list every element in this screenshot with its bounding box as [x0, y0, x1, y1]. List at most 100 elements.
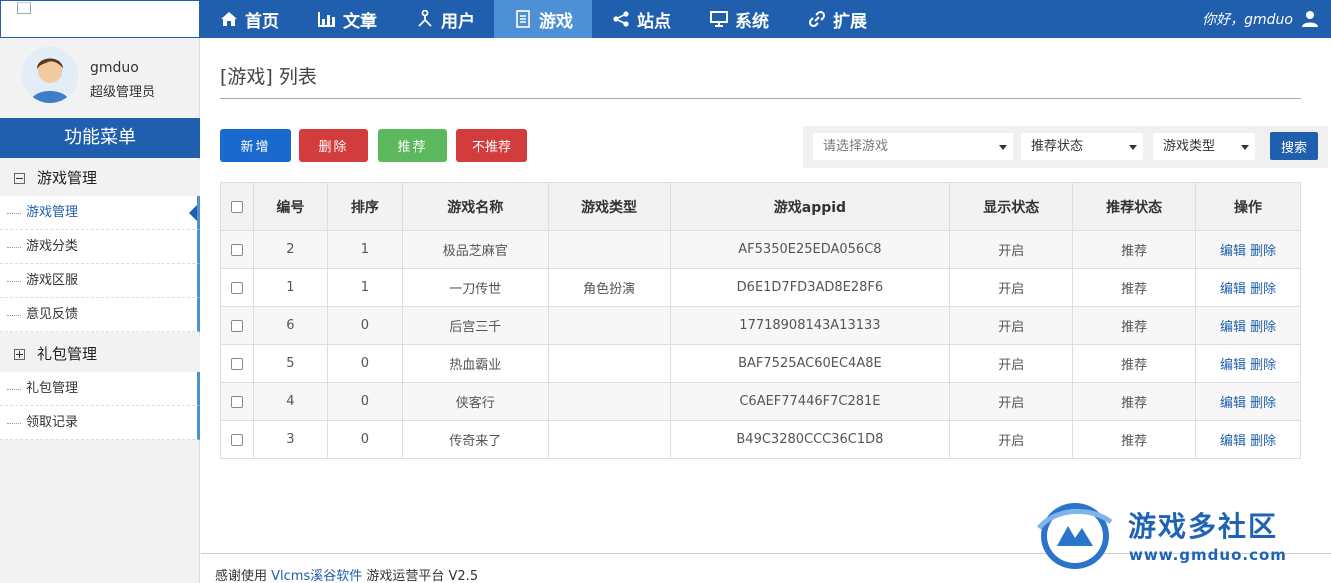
- table-row: 5 0 热血霸业 BAF7525AC60EC4A8E 开启 推荐 编辑 删除: [220, 344, 1301, 383]
- cell-recommend-status: 推荐: [1072, 420, 1197, 459]
- user-greeting[interactable]: 你好，gmduo: [1202, 0, 1319, 38]
- cell-type: 角色扮演: [547, 268, 671, 307]
- nav-users[interactable]: 用户: [396, 0, 494, 38]
- column-header: 游戏名称: [401, 182, 549, 231]
- game-type-select[interactable]: 游戏类型: [1153, 133, 1255, 160]
- cell-order: 0: [326, 306, 403, 345]
- unrecommend-button[interactable]: 不推荐: [456, 129, 527, 162]
- cell-display-status: 开启: [949, 230, 1074, 269]
- row-checkbox[interactable]: [230, 319, 243, 332]
- chevron-down-icon: [999, 145, 1007, 150]
- table-row: 6 0 后宫三千 17718908143A13133 开启 推荐 编辑 删除: [220, 306, 1301, 345]
- cell-display-status: 开启: [949, 306, 1074, 345]
- row-select-cell[interactable]: [220, 268, 254, 307]
- sidebar-item-game-server[interactable]: 游戏区服: [0, 264, 200, 298]
- row-checkbox[interactable]: [230, 433, 243, 446]
- delete-link[interactable]: 删除: [1250, 358, 1276, 373]
- delete-link[interactable]: 删除: [1250, 396, 1276, 411]
- watermark: 游戏多社区 www.gmduo.com: [1035, 498, 1325, 578]
- recommend-status-select[interactable]: 推荐状态: [1021, 133, 1143, 160]
- cell-name: 后宫三千: [401, 306, 549, 345]
- chevron-down-icon: [1241, 145, 1249, 150]
- delete-link[interactable]: 删除: [1250, 244, 1276, 259]
- edit-link[interactable]: 编辑: [1220, 282, 1246, 297]
- row-checkbox[interactable]: [230, 243, 243, 256]
- nav-extensions[interactable]: 扩展: [788, 0, 886, 38]
- row-select-cell[interactable]: [220, 306, 254, 345]
- logo[interactable]: [0, 0, 200, 38]
- nav-articles[interactable]: 文章: [298, 0, 396, 38]
- nav-games[interactable]: 游戏: [494, 0, 592, 38]
- row-checkbox[interactable]: [230, 281, 243, 294]
- row-select-cell[interactable]: [220, 344, 254, 383]
- expand-icon: [14, 349, 25, 360]
- menu-group-gift[interactable]: 礼包管理: [0, 336, 200, 372]
- footer: 感谢使用 Vlcms溪谷软件 游戏运营平台 V2.5: [215, 565, 478, 583]
- cell-order: 0: [326, 344, 403, 383]
- sidebar-item-gift-manage[interactable]: 礼包管理: [0, 372, 200, 406]
- row-checkbox[interactable]: [230, 395, 243, 408]
- nav-home-label: 首页: [245, 11, 279, 32]
- edit-link[interactable]: 编辑: [1220, 320, 1246, 335]
- delete-link[interactable]: 删除: [1250, 434, 1276, 449]
- recommend-button[interactable]: 推荐: [378, 129, 447, 162]
- column-header: 游戏appid: [669, 182, 951, 231]
- sidebar-item-game-manage[interactable]: 游戏管理: [0, 196, 200, 230]
- menu-group-game[interactable]: 游戏管理: [0, 160, 200, 196]
- nav-users-label: 用户: [441, 11, 475, 32]
- home-icon: [219, 10, 239, 28]
- cell-order: 1: [326, 230, 403, 269]
- cell-recommend-status: 推荐: [1072, 382, 1197, 421]
- game-select[interactable]: 请选择游戏: [813, 133, 1013, 160]
- table-row: 2 1 极品芝麻官 AF5350E25EDA056C8 开启 推荐 编辑 删除: [220, 230, 1301, 269]
- column-header: 推荐状态: [1072, 182, 1197, 231]
- cell-actions: 编辑 删除: [1195, 344, 1301, 383]
- row-select-cell[interactable]: [220, 230, 254, 269]
- select-all-cell[interactable]: [220, 182, 254, 231]
- broken-image-icon: [17, 2, 31, 14]
- select-all-checkbox[interactable]: [230, 200, 243, 213]
- edit-link[interactable]: 编辑: [1220, 244, 1246, 259]
- monitor-icon: [709, 10, 729, 28]
- column-header: 游戏类型: [547, 182, 671, 231]
- cell-actions: 编辑 删除: [1195, 306, 1301, 345]
- nav-home[interactable]: 首页: [200, 0, 298, 38]
- table-row: 3 0 传奇来了 B49C3280CCC36C1D8 开启 推荐 编辑 删除: [220, 420, 1301, 459]
- footer-link[interactable]: Vlcms溪谷软件: [271, 569, 362, 583]
- row-select-cell[interactable]: [220, 420, 254, 459]
- nav-games-label: 游戏: [539, 11, 573, 32]
- cell-id: 5: [252, 344, 328, 383]
- row-select-cell[interactable]: [220, 382, 254, 421]
- row-checkbox[interactable]: [230, 357, 243, 370]
- profile-panel: gmduo 超级管理员: [0, 38, 199, 118]
- delete-link[interactable]: 删除: [1250, 320, 1276, 335]
- watermark-logo-icon: [1037, 503, 1113, 569]
- delete-button[interactable]: 删除: [299, 129, 368, 162]
- cell-id: 2: [252, 230, 328, 269]
- cell-type: [547, 382, 671, 421]
- watermark-url: www.gmduo.com: [1129, 546, 1287, 564]
- search-button[interactable]: 搜索: [1270, 132, 1318, 160]
- top-navbar: 首页 文章 用户 游戏 站点 系统 扩展 你好，gmduo: [0, 0, 1331, 38]
- document-icon: [513, 10, 533, 28]
- cell-type: [547, 420, 671, 459]
- edit-link[interactable]: 编辑: [1220, 434, 1246, 449]
- cell-actions: 编辑 删除: [1195, 420, 1301, 459]
- sidebar-item-claim-records[interactable]: 领取记录: [0, 406, 200, 440]
- sidebar-item-game-category[interactable]: 游戏分类: [0, 230, 200, 264]
- nav-system[interactable]: 系统: [690, 0, 788, 38]
- new-button[interactable]: 新增: [220, 129, 291, 162]
- sidebar-item-feedback[interactable]: 意见反馈: [0, 298, 200, 332]
- cell-recommend-status: 推荐: [1072, 344, 1197, 383]
- cell-appid: BAF7525AC60EC4A8E: [669, 344, 951, 383]
- cell-actions: 编辑 删除: [1195, 230, 1301, 269]
- edit-link[interactable]: 编辑: [1220, 396, 1246, 411]
- delete-link[interactable]: 删除: [1250, 282, 1276, 297]
- sidebar: gmduo 超级管理员 功能菜单 游戏管理 游戏管理 游戏分类 游戏区服 意见反…: [0, 38, 200, 583]
- cell-name: 热血霸业: [401, 344, 549, 383]
- edit-link[interactable]: 编辑: [1220, 358, 1246, 373]
- nav-sites[interactable]: 站点: [592, 0, 690, 38]
- cell-actions: 编辑 删除: [1195, 268, 1301, 307]
- cell-order: 1: [326, 268, 403, 307]
- cell-appid: C6AEF77446F7C281E: [669, 382, 951, 421]
